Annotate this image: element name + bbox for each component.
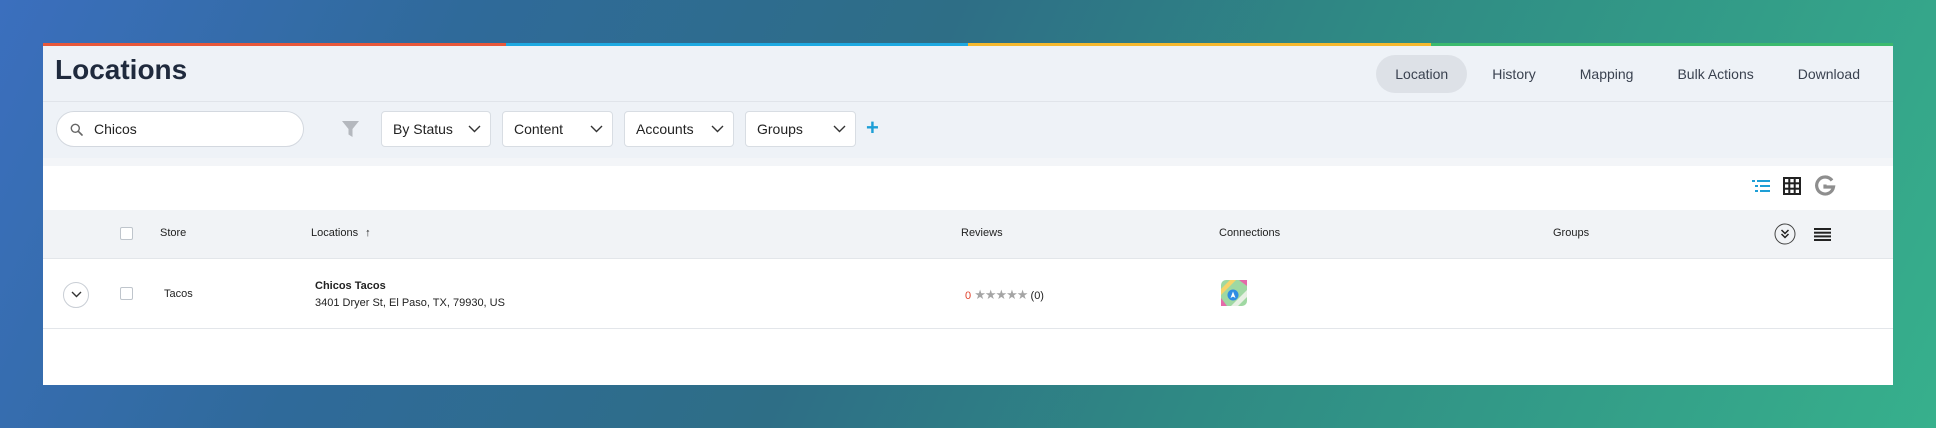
groups-dropdown[interactable]: Groups bbox=[745, 111, 856, 147]
page-header: Locations Location History Mapping Bulk … bbox=[43, 46, 1893, 102]
search-box[interactable] bbox=[56, 111, 304, 147]
search-input[interactable] bbox=[94, 119, 289, 139]
search-icon bbox=[70, 123, 83, 136]
column-settings-icon[interactable] bbox=[1814, 228, 1831, 241]
apple-maps-icon[interactable] bbox=[1221, 280, 1247, 306]
app-window: Locations Location History Mapping Bulk … bbox=[43, 43, 1893, 385]
groups-dropdown-label: Groups bbox=[757, 121, 803, 137]
nav-history[interactable]: History bbox=[1473, 55, 1555, 93]
accounts-dropdown-label: Accounts bbox=[636, 121, 694, 137]
chevron-down-icon bbox=[71, 291, 82, 298]
row-checkbox[interactable] bbox=[120, 287, 133, 300]
grid-view-icon[interactable] bbox=[1783, 177, 1801, 195]
sort-ascending-icon: ↑ bbox=[365, 227, 371, 239]
store-cell: Tacos bbox=[164, 288, 193, 300]
chevron-down-icon bbox=[468, 125, 481, 133]
review-count: (0) bbox=[1030, 290, 1044, 302]
star-rating: ★★★★★ bbox=[974, 287, 1028, 302]
reviews-cell[interactable]: 0 ★★★★★ (0) bbox=[965, 287, 1044, 303]
chevron-down-icon bbox=[590, 125, 603, 133]
column-header-locations[interactable]: Locations ↑ bbox=[311, 227, 371, 239]
location-address: 3401 Dryer St, El Paso, TX, 79930, US bbox=[315, 297, 505, 309]
column-header-store[interactable]: Store bbox=[160, 227, 186, 239]
expand-row-button[interactable] bbox=[63, 282, 89, 308]
location-name[interactable]: Chicos Tacos bbox=[315, 280, 386, 292]
filter-icon[interactable] bbox=[341, 120, 360, 139]
accounts-dropdown[interactable]: Accounts bbox=[624, 111, 734, 147]
review-score: 0 bbox=[965, 290, 972, 302]
nav-download[interactable]: Download bbox=[1779, 55, 1879, 93]
chevron-down-icon bbox=[833, 125, 846, 133]
nav-bulk-actions[interactable]: Bulk Actions bbox=[1658, 55, 1772, 93]
table-row[interactable]: Tacos Chicos Tacos 3401 Dryer St, El Pas… bbox=[43, 259, 1893, 329]
column-header-locations-label: Locations bbox=[311, 227, 359, 239]
status-dropdown[interactable]: By Status bbox=[381, 111, 491, 147]
status-dropdown-label: By Status bbox=[393, 121, 453, 137]
select-all-checkbox[interactable] bbox=[120, 227, 133, 240]
add-filter-button[interactable]: + bbox=[866, 116, 879, 140]
chevron-down-icon bbox=[711, 125, 724, 133]
expand-all-icon[interactable] bbox=[1774, 223, 1796, 245]
nav-mapping[interactable]: Mapping bbox=[1561, 55, 1653, 93]
view-toggle-group bbox=[1752, 175, 1836, 197]
page-title: Locations bbox=[55, 54, 188, 85]
section-divider bbox=[43, 158, 1893, 166]
filter-bar: By Status Content Accounts Groups + bbox=[43, 102, 1893, 158]
column-header-groups[interactable]: Groups bbox=[1553, 227, 1589, 239]
content-dropdown-label: Content bbox=[514, 121, 564, 137]
google-icon[interactable] bbox=[1814, 175, 1836, 197]
nav-location[interactable]: Location bbox=[1376, 55, 1468, 93]
list-view-icon[interactable] bbox=[1752, 179, 1770, 193]
column-header-reviews[interactable]: Reviews bbox=[961, 227, 1003, 239]
content-dropdown[interactable]: Content bbox=[502, 111, 613, 147]
top-nav: Location History Mapping Bulk Actions Do… bbox=[1376, 55, 1879, 93]
table-header: Store Locations ↑ Reviews Connections Gr… bbox=[43, 210, 1893, 259]
column-header-connections[interactable]: Connections bbox=[1219, 227, 1280, 239]
